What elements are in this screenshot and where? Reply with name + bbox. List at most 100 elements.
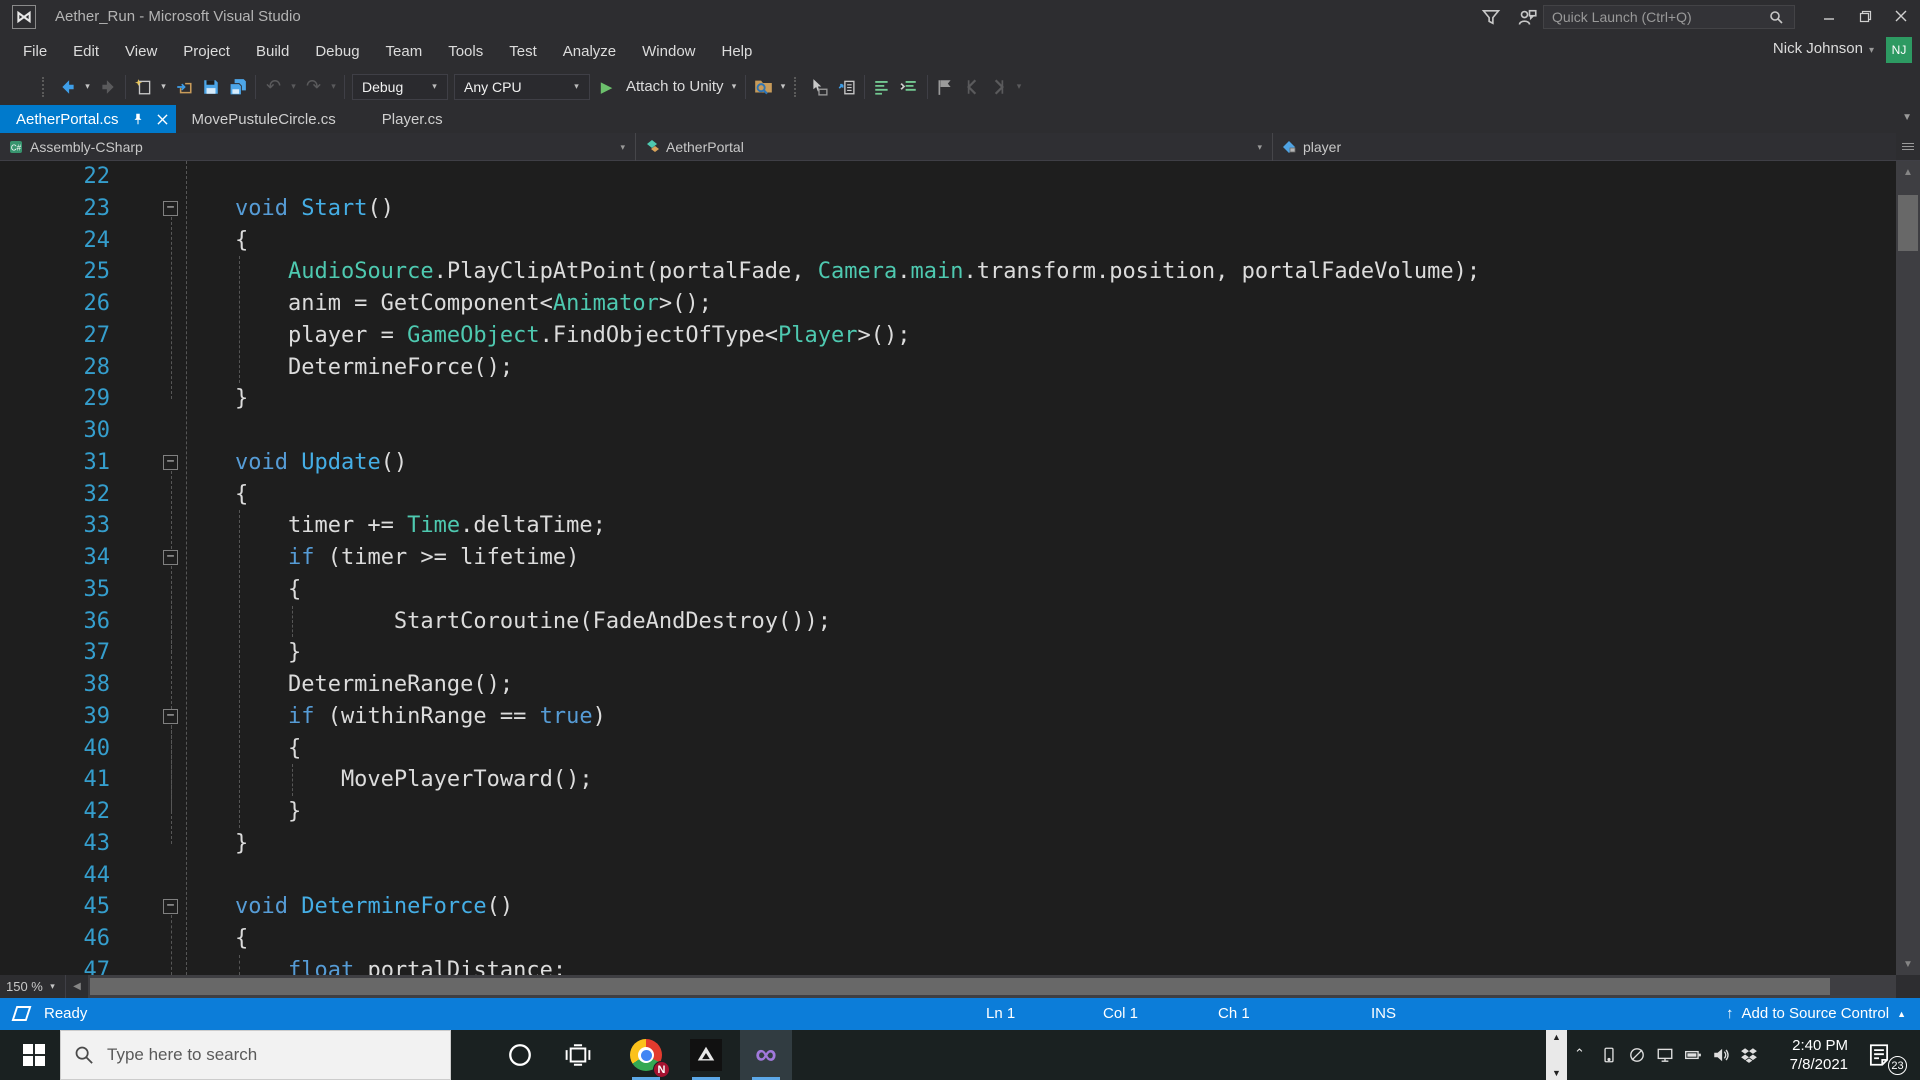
close-tab-icon[interactable] [156, 113, 168, 125]
navigate-forward-button[interactable] [94, 73, 121, 100]
find-in-files-caret[interactable]: ▾ [777, 81, 790, 92]
redo-button[interactable]: ↷ [300, 73, 327, 100]
taskbar-mini-scrollbar[interactable]: ▲ ▼ [1546, 1030, 1567, 1080]
code-line[interactable]: if (timer >= lifetime) [182, 542, 579, 574]
device-tray-icon[interactable] [1600, 1046, 1618, 1069]
taskbar-search-input[interactable] [60, 1030, 451, 1080]
code-line[interactable]: anim = GetComponent<Animator>(); [182, 288, 712, 320]
filter-icon[interactable] [1480, 7, 1502, 27]
quiet-hours-tray-icon[interactable] [1628, 1046, 1646, 1069]
code-line[interactable]: player = GameObject.FindObjectOfType<Pla… [182, 320, 911, 352]
task-view-button[interactable] [552, 1030, 604, 1080]
navigate-backward-caret[interactable]: ▾ [81, 81, 94, 92]
search-icon[interactable] [1768, 9, 1784, 25]
tray-expand-chevron-icon[interactable]: ⌃ [1574, 1046, 1585, 1062]
user-name[interactable]: Nick Johnson ▾ [1773, 40, 1874, 57]
type-dropdown[interactable]: AetherPortal ▾ [636, 133, 1273, 161]
horizontal-scrollbar-thumb[interactable] [90, 978, 1830, 995]
taskbar-visual-studio-icon[interactable]: ∞ [740, 1030, 792, 1080]
taskbar-unity-icon[interactable] [680, 1030, 732, 1080]
network-tray-icon[interactable] [1656, 1046, 1674, 1069]
code-line[interactable]: if (withinRange == true) [182, 701, 606, 733]
battery-tray-icon[interactable] [1684, 1046, 1702, 1069]
menu-tools[interactable]: Tools [435, 37, 496, 66]
code-line[interactable]: { [182, 923, 248, 955]
attach-to-unity-caret[interactable]: ▾ [728, 81, 741, 92]
scroll-left-arrow[interactable]: ◀ [66, 981, 88, 992]
menu-file[interactable]: File [10, 37, 60, 66]
code-line[interactable]: } [182, 828, 248, 860]
find-in-files-button[interactable] [750, 73, 777, 100]
fold-toggle[interactable]: − [163, 550, 178, 566]
fold-toggle[interactable]: − [163, 200, 178, 216]
code-line[interactable]: } [182, 796, 301, 828]
new-project-caret[interactable]: ▾ [157, 81, 170, 92]
code-line[interactable]: void Start() [182, 193, 394, 225]
new-project-button[interactable] [130, 73, 157, 100]
code-line[interactable]: float portalDistance; [182, 955, 566, 975]
undo-button[interactable]: ↶ [260, 73, 287, 100]
attach-to-unity-button[interactable]: ▶ [593, 73, 620, 100]
menu-team[interactable]: Team [373, 37, 436, 66]
code-line[interactable]: DetermineRange(); [182, 669, 513, 701]
tab-movepustulecircle-cs[interactable]: MovePustuleCircle.cs [176, 105, 352, 133]
code-line[interactable]: timer += Time.deltaTime; [182, 510, 606, 542]
menu-help[interactable]: Help [709, 37, 766, 66]
menu-project[interactable]: Project [170, 37, 243, 66]
member-dropdown[interactable]: player [1273, 133, 1920, 161]
comment-lines-button[interactable] [869, 73, 896, 100]
taskbar-clock[interactable]: 2:40 PM 7/8/2021 [1756, 1036, 1848, 1074]
open-file-button[interactable] [170, 73, 197, 100]
fold-toggle[interactable]: − [163, 899, 178, 915]
code-line[interactable]: void Update() [182, 447, 407, 479]
mini-scroll-down-icon[interactable]: ▼ [1552, 1068, 1561, 1078]
menu-test[interactable]: Test [496, 37, 550, 66]
status-insert-mode[interactable]: INS [1371, 1005, 1396, 1022]
solution-platforms-dropdown[interactable]: Any CPU ▾ [454, 73, 590, 100]
code-line[interactable]: MovePlayerToward(); [182, 764, 593, 796]
attach-to-unity-label[interactable]: Attach to Unity [626, 78, 724, 95]
scroll-up-arrow[interactable]: ▲ [1896, 163, 1920, 181]
bookmark-caret[interactable]: ▾ [1013, 81, 1026, 92]
tab-overflow-chevron-icon[interactable]: ▼ [1902, 112, 1912, 123]
add-to-source-control-button[interactable]: ↑ Add to Source Control ▲ [1726, 1005, 1906, 1022]
navigate-to-button[interactable] [833, 73, 860, 100]
save-button[interactable] [197, 73, 224, 100]
close-button[interactable] [1886, 4, 1916, 28]
menu-debug[interactable]: Debug [302, 37, 372, 66]
mini-scroll-up-icon[interactable]: ▲ [1552, 1032, 1561, 1042]
vertical-scrollbar[interactable]: ▲ ▼ [1896, 133, 1920, 975]
previous-bookmark-button[interactable] [959, 73, 986, 100]
quick-launch-input[interactable] [1543, 5, 1795, 29]
code-line[interactable]: } [182, 383, 248, 415]
redo-caret[interactable]: ▾ [327, 81, 340, 92]
bookmark-button[interactable] [932, 73, 959, 100]
undo-caret[interactable]: ▾ [287, 81, 300, 92]
solution-configurations-dropdown[interactable]: Debug ▾ [352, 73, 448, 100]
status-column[interactable]: Col 1 [1103, 1005, 1138, 1022]
minimize-button[interactable] [1814, 4, 1844, 28]
vertical-scrollbar-thumb[interactable] [1898, 195, 1918, 251]
fold-toggle[interactable]: − [163, 454, 178, 470]
horizontal-scrollbar[interactable] [88, 975, 1896, 998]
fold-toggle[interactable]: − [163, 708, 178, 724]
code-line[interactable]: { [182, 733, 301, 765]
editor-splitter-handle[interactable] [1896, 133, 1920, 161]
scroll-down-arrow[interactable]: ▼ [1896, 955, 1920, 973]
save-all-button[interactable] [224, 73, 251, 100]
cortana-button[interactable] [494, 1030, 546, 1080]
feedback-icon[interactable] [1516, 7, 1538, 27]
selection-tool-button[interactable] [806, 73, 833, 100]
code-line[interactable]: } [182, 637, 301, 669]
avatar[interactable]: NJ [1886, 37, 1912, 63]
code-editor[interactable]: 22 23 void Start() −24 {25 AudioSource.Pla… [0, 161, 1896, 975]
status-character[interactable]: Ch 1 [1218, 1005, 1250, 1022]
tab-aetherportal-cs[interactable]: AetherPortal.cs [0, 105, 176, 133]
tab-player-cs[interactable]: Player.cs [352, 105, 473, 133]
code-line[interactable]: AudioSource.PlayClipAtPoint(portalFade, … [182, 256, 1480, 288]
volume-tray-icon[interactable] [1712, 1046, 1730, 1069]
start-button[interactable] [10, 1030, 58, 1080]
navigate-backward-button[interactable] [54, 73, 81, 100]
code-line[interactable]: StartCoroutine(FadeAndDestroy()); [182, 606, 831, 638]
next-bookmark-button[interactable] [986, 73, 1013, 100]
